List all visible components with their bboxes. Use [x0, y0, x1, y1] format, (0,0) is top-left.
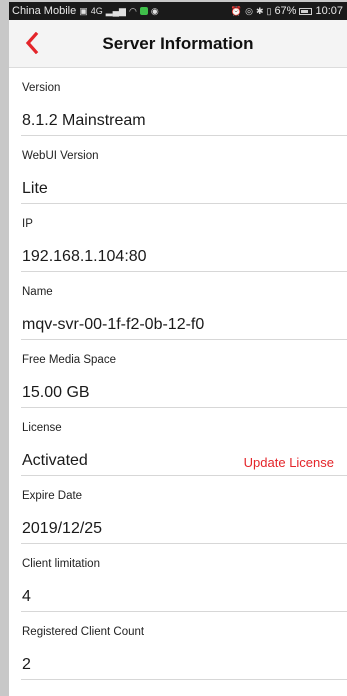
field-label: Expire Date [22, 490, 83, 502]
app-header: Server Information [9, 20, 347, 68]
field-label: Free Media Space [22, 354, 116, 366]
carrier-label: China Mobile [12, 5, 77, 17]
info-item-ip: IP 192.168.1.104:80 [9, 204, 347, 272]
status-right: ⏰ ◎ ✱ ▯ 67% 10:07 [231, 5, 343, 17]
field-value: 2019/12/25 [22, 520, 103, 537]
info-item-license: License Activated Update License [9, 408, 347, 476]
battery-percent: 67% [274, 5, 297, 17]
battery-icon [299, 7, 313, 15]
alarm-icon: ⏰ [230, 5, 243, 16]
field-value: 8.1.2 Mainstream [22, 112, 146, 129]
info-item-free-media-space: Free Media Space 15.00 GB [9, 340, 347, 408]
field-label: Registered Client Count [22, 626, 145, 638]
signal-icon: ▂▄▆ [105, 5, 126, 16]
info-item-webui-version: WebUI Version Lite [9, 136, 347, 204]
info-item-name: Name mqv-svr-00-1f-f2-0b-12-f0 [9, 272, 347, 340]
status-left: China Mobile ▣ 4G ▂▄▆ ◠ ◉ [12, 5, 159, 17]
field-value: Activated [22, 452, 88, 469]
field-value: 15.00 GB [22, 384, 90, 401]
field-label: License [22, 422, 62, 434]
field-label: IP [22, 218, 33, 230]
info-item-client-limitation: Client limitation 4 [9, 544, 347, 612]
status-bar: China Mobile ▣ 4G ▂▄▆ ◠ ◉ ⏰ ◎ ✱ ▯ 67% 10… [9, 2, 347, 20]
clock-time: 10:07 [315, 5, 343, 17]
info-item-version: Version 8.1.2 Mainstream [9, 68, 347, 136]
field-value: Lite [22, 180, 48, 197]
wifi-icon: ◠ [128, 5, 137, 16]
network-type-icon: 4G [90, 5, 103, 16]
field-label: Version [22, 82, 61, 94]
field-value: mqv-svr-00-1f-f2-0b-12-f0 [22, 316, 205, 333]
field-value: 2 [22, 656, 31, 673]
vibrate-icon: ▯ [266, 5, 272, 16]
field-value: 192.168.1.104:80 [22, 248, 147, 265]
page-title: Server Information [102, 34, 254, 53]
field-label: Client limitation [22, 558, 100, 570]
location-icon: ◉ [150, 5, 159, 16]
hd-icon: ▣ [79, 5, 88, 16]
info-item-registered-client-count: Registered Client Count 2 [9, 612, 347, 680]
server-info-list: Version 8.1.2 Mainstream WebUI Version L… [9, 68, 347, 680]
info-item-expire-date: Expire Date 2019/12/25 [9, 476, 347, 544]
field-label: Name [22, 286, 53, 298]
app-notification-icon [139, 7, 148, 15]
bluetooth-icon: ✱ [255, 5, 264, 16]
update-license-link[interactable]: Update License [244, 455, 334, 470]
field-value: 4 [22, 588, 31, 605]
field-label: WebUI Version [22, 150, 99, 162]
do-not-disturb-icon: ◎ [245, 5, 253, 16]
